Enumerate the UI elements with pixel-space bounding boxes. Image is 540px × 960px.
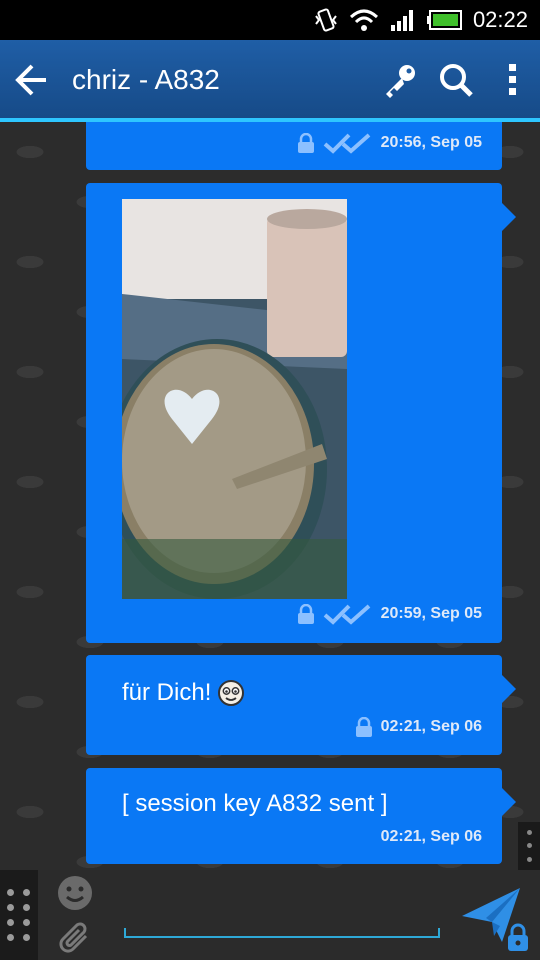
action-bar: chriz - A832 [0, 40, 540, 120]
message-bubble[interactable]: 20:56, Sep 05 [86, 122, 502, 170]
lock-icon [297, 604, 314, 624]
signal-icon [389, 7, 417, 33]
double-check-icon [323, 604, 370, 625]
message-timestamp: 02:21, Sep 06 [380, 828, 482, 845]
back-arrow-icon [15, 64, 46, 96]
drawer-handle[interactable] [0, 870, 38, 960]
wifi-icon [349, 7, 379, 33]
back-button[interactable] [0, 40, 62, 120]
smiley-emoji [218, 680, 245, 706]
vibrate-icon [313, 7, 339, 33]
overflow-menu-button[interactable] [484, 40, 540, 120]
message-text: [ session key A832 sent ] [122, 790, 388, 817]
message-input[interactable] [124, 890, 440, 938]
overflow-menu-icon [509, 64, 516, 95]
message-timestamp: 20:59, Sep 05 [380, 605, 482, 622]
attach-button[interactable] [56, 918, 94, 956]
search-button[interactable] [428, 40, 484, 120]
battery-icon [426, 9, 463, 31]
search-icon [440, 64, 473, 97]
message-bubble[interactable]: für Dich! 02:21, Sep 06 [86, 655, 516, 755]
clock: 02:22 [472, 7, 528, 32]
paperclip-icon [59, 922, 88, 953]
key-icon [386, 65, 415, 98]
send-button[interactable] [456, 876, 536, 956]
double-check-icon [323, 133, 370, 154]
message-bubble[interactable]: [ session key A832 sent ] 02:21, Sep 06 [86, 768, 516, 864]
conversation-title: chriz - A832 [72, 64, 220, 95]
message-text: für Dich! [122, 679, 212, 706]
side-drawer-handle[interactable] [518, 822, 540, 870]
attached-photo[interactable] [122, 199, 347, 599]
message-timestamp: 20:56, Sep 05 [380, 134, 482, 151]
send-encrypted-icon [462, 888, 528, 951]
smiley-icon [58, 876, 92, 910]
lock-icon [355, 717, 372, 737]
conversation-list[interactable]: 20:56, Sep 05 20:59, Sep 05 für Dich! 02… [0, 122, 540, 870]
emoji-button[interactable] [56, 874, 94, 912]
key-button[interactable] [372, 40, 428, 120]
message-timestamp: 02:21, Sep 06 [380, 718, 482, 735]
message-bubble[interactable]: 20:59, Sep 05 [86, 183, 516, 643]
lock-icon [297, 133, 314, 153]
compose-bar [0, 870, 540, 960]
status-bar: 02:22 [0, 0, 540, 40]
